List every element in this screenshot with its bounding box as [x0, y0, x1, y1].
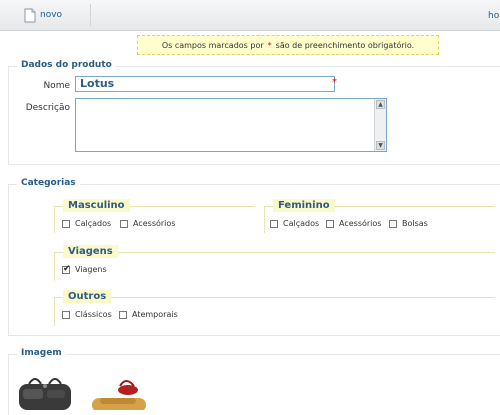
checkbox-feminino-acessorios[interactable]: Acessórios [326, 219, 381, 228]
group-viagens: Viagens [54, 245, 495, 281]
checkbox-label: Acessórios [339, 219, 382, 228]
checkbox-feminino-calcados[interactable]: Calçados [270, 219, 319, 228]
name-input[interactable]: Lotus [75, 76, 335, 92]
toolbar-separator [90, 4, 91, 26]
bag-thumbnail-dark[interactable] [15, 372, 75, 410]
toolbar-right-link[interactable]: ho [488, 11, 499, 21]
checkbox-box[interactable] [120, 219, 128, 228]
new-button[interactable]: novo [24, 4, 62, 26]
notice-text-after: são de preenchimento obrigatório. [275, 40, 415, 50]
checkbox-box-checked[interactable] [62, 264, 71, 274]
product-data-legend: Dados do produto [17, 60, 116, 70]
checkbox-feminino-bolsas[interactable]: Bolsas [389, 219, 428, 228]
checkbox-outros-atemporais[interactable]: Atemporais [119, 310, 178, 319]
image-fieldset: Imagem [8, 348, 500, 415]
description-label: Descrição [25, 103, 70, 113]
checkbox-box[interactable] [270, 219, 278, 228]
checkbox-label: Clássicos [75, 310, 112, 319]
document-icon [24, 8, 36, 22]
checkbox-label: Calçados [283, 219, 320, 228]
description-textarea[interactable]: ▲ ▼ [75, 98, 387, 152]
name-required-mark: * [332, 77, 337, 88]
checkbox-label: Acessórios [133, 219, 176, 228]
checkbox-masculino-acessorios[interactable]: Acessórios [120, 219, 175, 228]
scroll-down-icon[interactable]: ▼ [376, 141, 385, 150]
checkbox-box[interactable] [119, 310, 127, 319]
image-legend: Imagem [17, 348, 66, 358]
checkbox-box[interactable] [389, 219, 397, 228]
group-title-viagens: Viagens [63, 245, 118, 258]
checkbox-label: Bolsas [402, 219, 428, 228]
checkbox-label: Calçados [75, 219, 112, 228]
group-title-feminino: Feminino [273, 199, 335, 212]
bag-thumbnail-red[interactable] [90, 376, 148, 410]
scroll-up-icon[interactable]: ▲ [376, 100, 385, 109]
checkbox-outros-classicos[interactable]: Clássicos [62, 310, 112, 319]
group-title-outros: Outros [63, 290, 112, 303]
checkbox-label: Viagens [75, 265, 107, 274]
notice-required-star: * [267, 40, 272, 50]
description-scrollbar[interactable]: ▲ ▼ [374, 99, 386, 151]
checkbox-box[interactable] [62, 219, 70, 228]
new-button-label: novo [40, 10, 63, 20]
categories-legend: Categorias [17, 178, 80, 188]
checkbox-label: Atemporais [132, 310, 178, 319]
required-fields-notice: Os campos marcados por * são de preenchi… [137, 35, 439, 55]
notice-text-before: Os campos marcados por [161, 40, 264, 50]
name-label: Nome [43, 81, 70, 91]
group-title-masculino: Masculino [63, 199, 130, 212]
checkbox-box[interactable] [326, 219, 334, 228]
checkbox-box[interactable] [62, 310, 70, 319]
toolbar: novo ho [0, 0, 500, 31]
checkbox-masculino-calcados[interactable]: Calçados [62, 219, 111, 228]
checkbox-viagens[interactable]: Viagens [62, 264, 107, 274]
